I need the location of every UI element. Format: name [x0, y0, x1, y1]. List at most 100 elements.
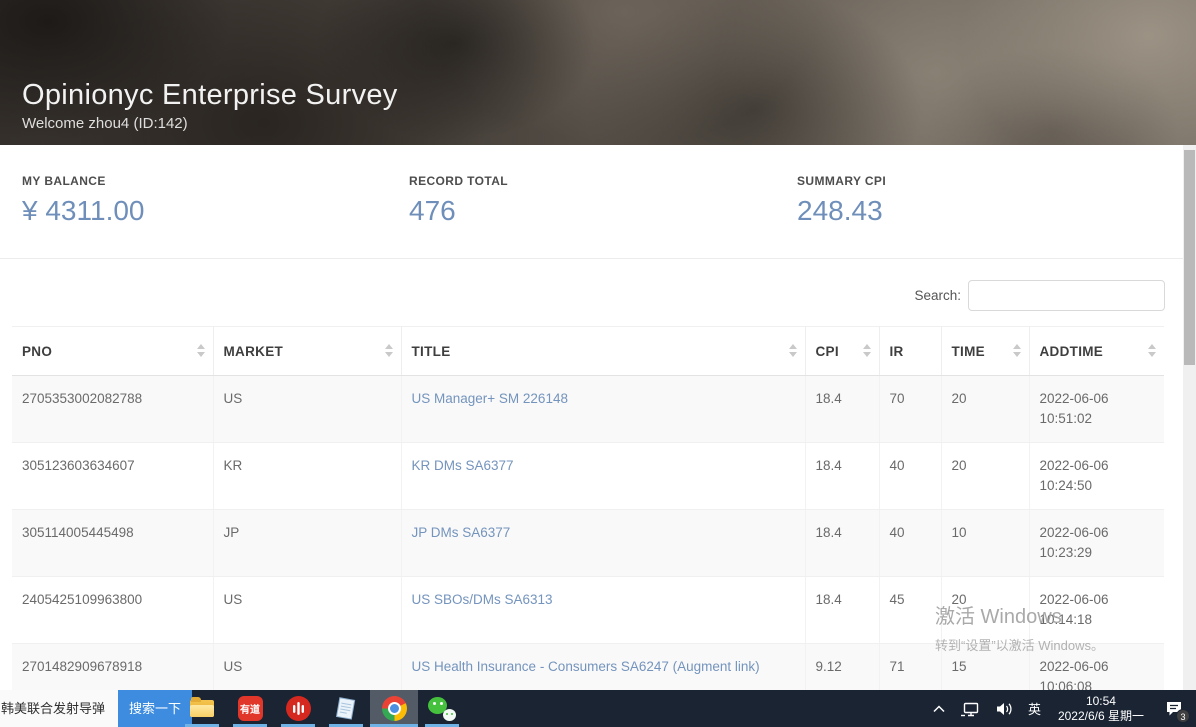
- youdao-dict-icon: 有道: [238, 696, 263, 721]
- taskbar-chrome[interactable]: [370, 690, 418, 727]
- welcome-text: Welcome zhou4 (ID:142): [22, 115, 398, 132]
- cell-market: US: [213, 376, 401, 443]
- hero-banner: Opinionyc Enterprise Survey Welcome zhou…: [0, 0, 1196, 145]
- cell-cpi: 18.4: [805, 443, 879, 510]
- cell-pno: 2405425109963800: [12, 577, 213, 644]
- stat-label: RECORD TOTAL: [409, 174, 508, 188]
- cell-title: JP DMs SA6377: [401, 510, 805, 577]
- cell-ir: 40: [879, 510, 941, 577]
- cell-market: KR: [213, 443, 401, 510]
- tray-ime-indicator[interactable]: 英: [1021, 690, 1048, 727]
- stat-value: 248.43: [797, 195, 886, 227]
- stat-record-total: RECORD TOTAL 476: [409, 174, 508, 227]
- page-scrollbar[interactable]: [1183, 145, 1196, 690]
- sort-icon: [863, 344, 871, 357]
- cell-cpi: 18.4: [805, 376, 879, 443]
- survey-title-link[interactable]: US Health Insurance - Consumers SA6247 (…: [412, 659, 760, 674]
- clock-date: 2022/6/6 星期一: [1058, 709, 1144, 724]
- sort-icon: [385, 344, 393, 357]
- taskbar-youdao[interactable]: 有道: [226, 690, 274, 727]
- file-explorer-icon: [190, 700, 214, 717]
- taskbar-file-explorer[interactable]: [178, 690, 226, 727]
- cell-cpi: 18.4: [805, 577, 879, 644]
- cell-addtime: 2022-06-06 10:14:18: [1029, 577, 1164, 644]
- network-icon: [960, 701, 980, 717]
- search-label: Search:: [914, 288, 961, 303]
- cell-title: US SBOs/DMs SA6313: [401, 577, 805, 644]
- table-row: 305123603634607 KR KR DMs SA6377 18.4 40…: [12, 443, 1164, 510]
- windows-taskbar: 韩美联合发射导弹 搜索一下 有道: [0, 690, 1196, 727]
- col-header-cpi[interactable]: CPI: [805, 327, 879, 376]
- taskbar-apps: 有道: [178, 690, 466, 727]
- taskbar-notepad[interactable]: [322, 690, 370, 727]
- stat-value: 476: [409, 195, 508, 227]
- volume-icon: [994, 701, 1014, 717]
- taskbar-search-box[interactable]: 韩美联合发射导弹: [0, 690, 118, 727]
- table-row: 305114005445498 JP JP DMs SA6377 18.4 40…: [12, 510, 1164, 577]
- cell-addtime: 2022-06-06 10:51:02: [1029, 376, 1164, 443]
- tray-action-center[interactable]: 3: [1154, 690, 1190, 727]
- sort-icon: [1148, 344, 1156, 357]
- tray-volume[interactable]: [987, 690, 1021, 727]
- table-row: 2405425109963800 US US SBOs/DMs SA6313 1…: [12, 577, 1164, 644]
- cell-addtime: 2022-06-06 10:24:50: [1029, 443, 1164, 510]
- scrollbar-thumb[interactable]: [1184, 150, 1195, 365]
- hero-text-block: Opinionyc Enterprise Survey Welcome zhou…: [22, 79, 398, 132]
- survey-title-link[interactable]: US Manager+ SM 226148: [412, 391, 568, 406]
- col-header-time[interactable]: TIME: [941, 327, 1029, 376]
- notification-badge: 3: [1176, 709, 1190, 723]
- sort-icon: [1013, 344, 1021, 357]
- desktop-screen: Opinionyc Enterprise Survey Welcome zhou…: [0, 0, 1196, 727]
- cell-pno: 2705353002082788: [12, 376, 213, 443]
- cell-time: 20: [941, 443, 1029, 510]
- cell-ir: 40: [879, 443, 941, 510]
- survey-table: PNO MARKET TITLE CPI IR TIME ADDTIME 270…: [12, 326, 1164, 711]
- survey-title-link[interactable]: US SBOs/DMs SA6313: [412, 592, 553, 607]
- stats-band: MY BALANCE ¥ 4311.00 RECORD TOTAL 476 SU…: [0, 145, 1183, 259]
- cell-ir: 45: [879, 577, 941, 644]
- sort-icon: [197, 344, 205, 357]
- stat-value: ¥ 4311.00: [22, 195, 145, 227]
- cell-market: JP: [213, 510, 401, 577]
- page-title: Opinionyc Enterprise Survey: [22, 79, 398, 112]
- search-input[interactable]: [968, 280, 1165, 311]
- table-search: Search:: [914, 280, 1165, 311]
- col-header-addtime[interactable]: ADDTIME: [1029, 327, 1164, 376]
- cell-market: US: [213, 577, 401, 644]
- col-header-title[interactable]: TITLE: [401, 327, 805, 376]
- chrome-icon: [382, 696, 407, 721]
- cell-time: 10: [941, 510, 1029, 577]
- cell-pno: 305123603634607: [12, 443, 213, 510]
- clock-time: 10:54: [1058, 694, 1144, 709]
- cell-pno: 305114005445498: [12, 510, 213, 577]
- cell-title: KR DMs SA6377: [401, 443, 805, 510]
- taskbar-music-app[interactable]: [274, 690, 322, 727]
- col-header-pno[interactable]: PNO: [12, 327, 213, 376]
- col-header-ir[interactable]: IR: [879, 327, 941, 376]
- cell-cpi: 18.4: [805, 510, 879, 577]
- cell-title: US Manager+ SM 226148: [401, 376, 805, 443]
- stat-summary-cpi: SUMMARY CPI 248.43: [797, 174, 886, 227]
- stat-my-balance: MY BALANCE ¥ 4311.00: [22, 174, 145, 227]
- music-app-icon: [286, 696, 311, 721]
- cell-ir: 70: [879, 376, 941, 443]
- table-header-row: PNO MARKET TITLE CPI IR TIME ADDTIME: [12, 327, 1164, 376]
- survey-title-link[interactable]: KR DMs SA6377: [412, 458, 514, 473]
- cell-time: 20: [941, 577, 1029, 644]
- survey-title-link[interactable]: JP DMs SA6377: [412, 525, 511, 540]
- tray-clock[interactable]: 10:54 2022/6/6 星期一: [1048, 690, 1154, 727]
- main-content: Search: PNO MARKET TITLE CPI IR TIME: [0, 260, 1183, 690]
- tray-network[interactable]: [953, 690, 987, 727]
- table-row: 2705353002082788 US US Manager+ SM 22614…: [12, 376, 1164, 443]
- system-tray: 英 10:54 2022/6/6 星期一 3: [925, 690, 1190, 727]
- survey-table-wrap: PNO MARKET TITLE CPI IR TIME ADDTIME 270…: [12, 326, 1164, 711]
- sort-icon: [789, 344, 797, 357]
- taskbar-wechat[interactable]: [418, 690, 466, 727]
- wechat-icon: [428, 697, 456, 721]
- stat-label: MY BALANCE: [22, 174, 145, 188]
- col-header-market[interactable]: MARKET: [213, 327, 401, 376]
- chevron-up-icon: [932, 704, 946, 714]
- tray-show-hidden-icons[interactable]: [925, 690, 953, 727]
- cell-addtime: 2022-06-06 10:23:29: [1029, 510, 1164, 577]
- notepad-icon: [334, 696, 358, 722]
